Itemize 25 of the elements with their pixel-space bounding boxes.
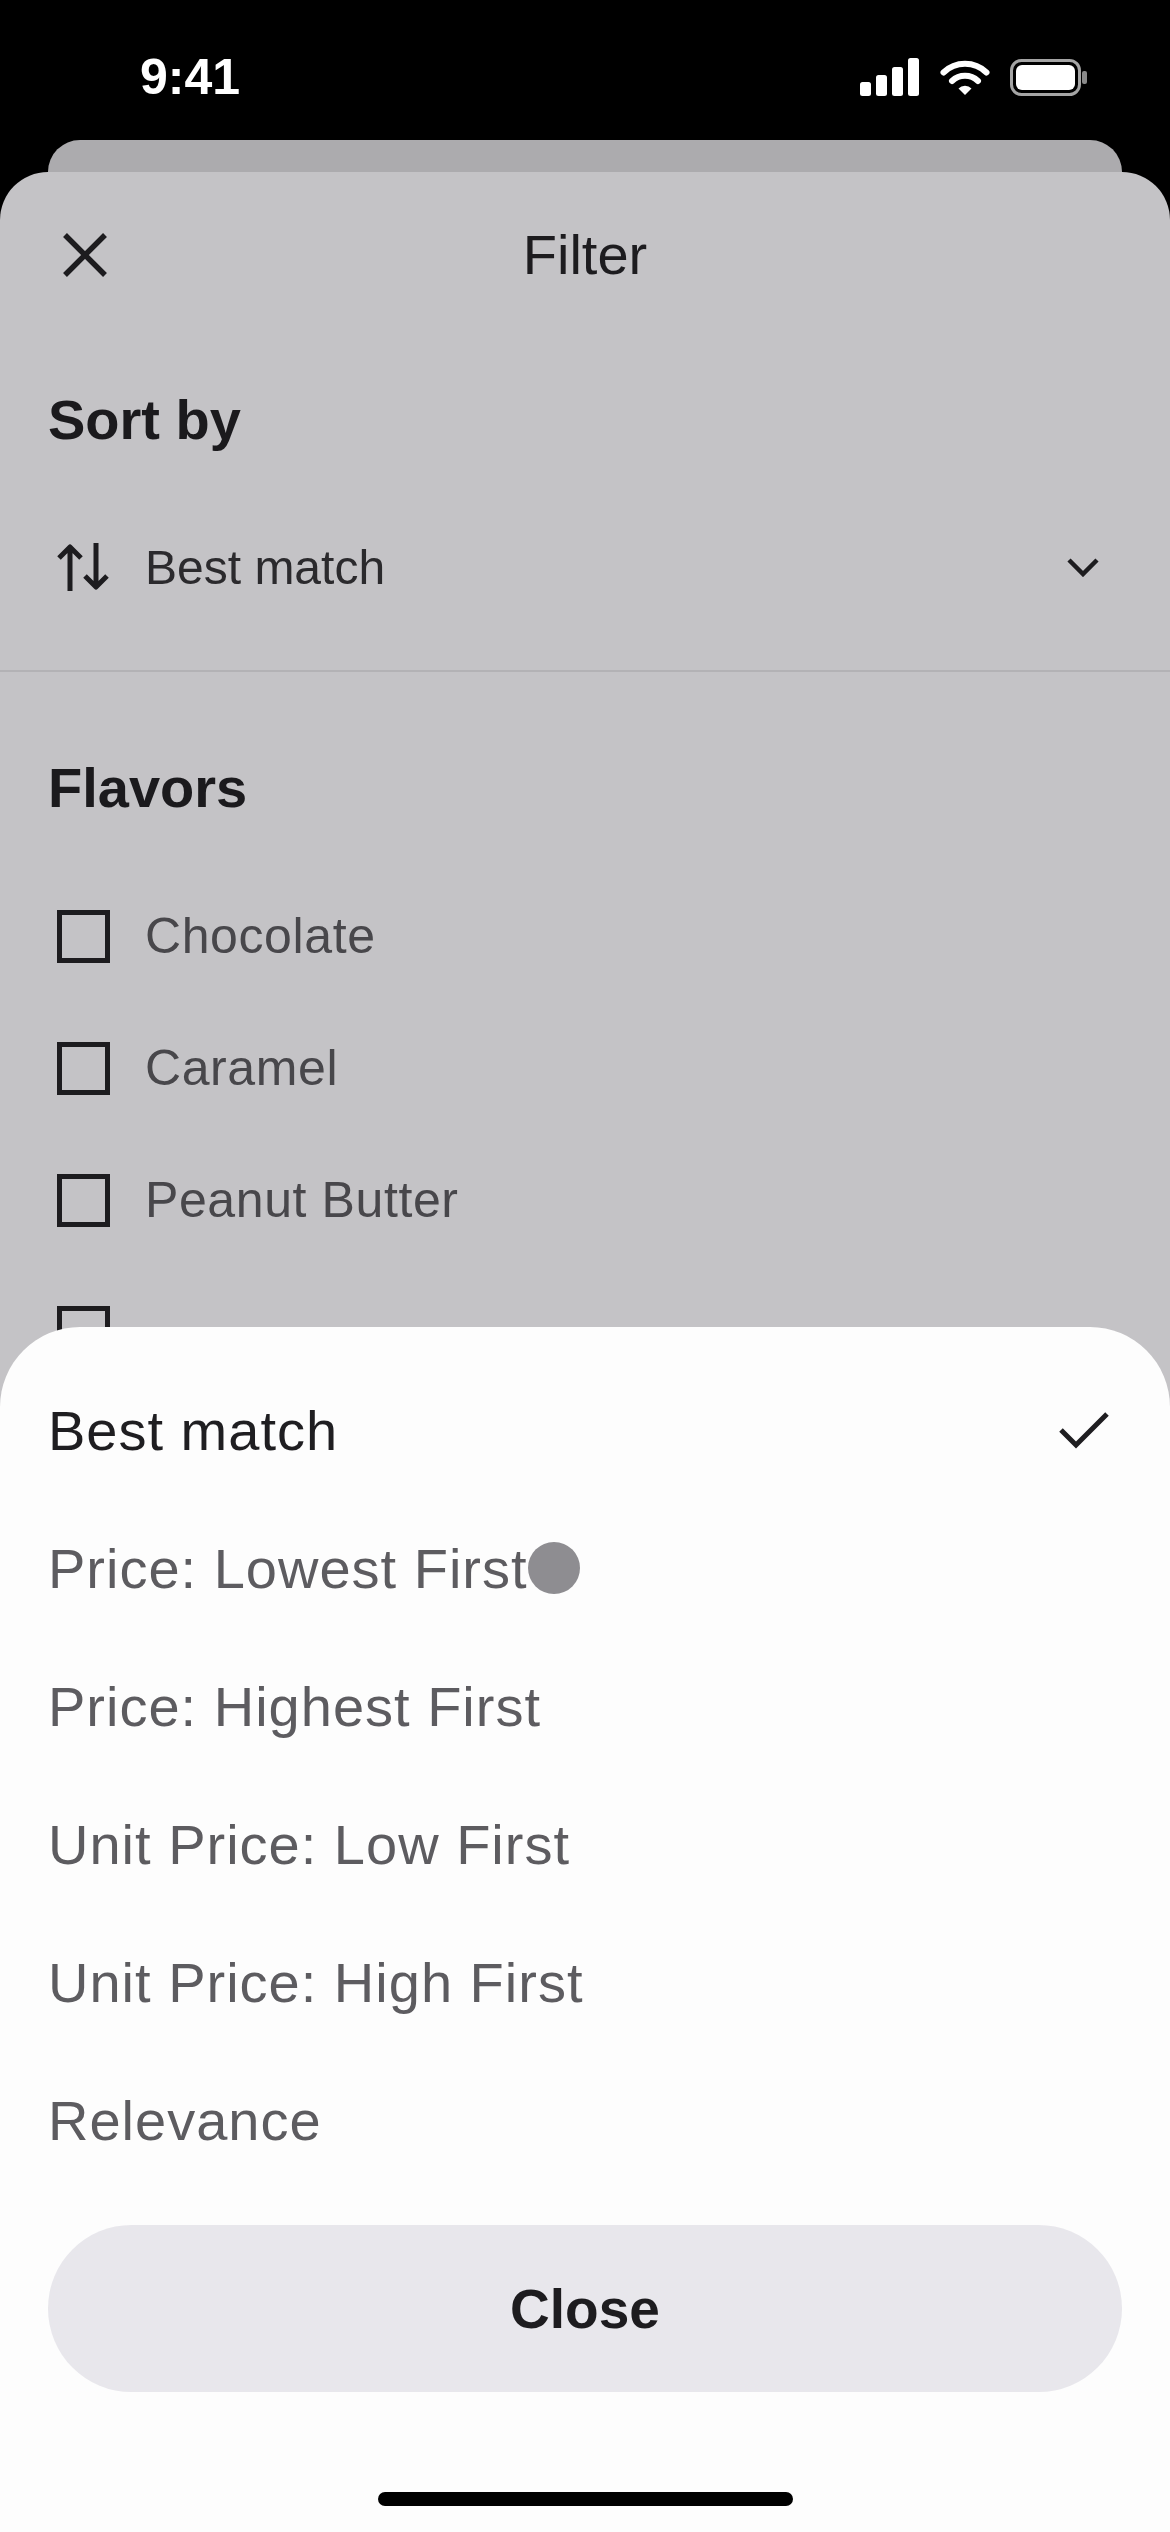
sort-option[interactable]: Relevance — [0, 2051, 1170, 2189]
status-time: 9:41 — [140, 48, 241, 107]
checkbox-label[interactable]: Peanut Butter — [145, 1171, 459, 1229]
checkbox-label[interactable]: Caramel — [145, 1039, 339, 1097]
sort-option[interactable]: Price: Lowest First — [0, 1499, 1170, 1637]
panel-title: Filter — [522, 222, 648, 288]
checkbox[interactable] — [57, 1173, 110, 1227]
checkbox[interactable] — [57, 1041, 110, 1095]
close-icon[interactable] — [62, 232, 108, 278]
checkbox-label[interactable]: Chocolate — [145, 907, 376, 965]
sort-option[interactable]: Unit Price: Low First — [0, 1775, 1170, 1913]
section-heading: Sort by — [48, 387, 241, 453]
sort-dropdown[interactable]: Best match — [0, 502, 1170, 632]
section-heading: Flavors — [48, 755, 248, 821]
sort-option[interactable]: Best match — [0, 1361, 1170, 1499]
sort-arrows-icon — [56, 542, 110, 592]
battery-icon — [1010, 58, 1088, 96]
close-button[interactable]: Close — [48, 2225, 1122, 2392]
checkbox[interactable] — [57, 909, 110, 963]
wifi-icon — [940, 58, 990, 96]
sort-option[interactable]: Unit Price: High First — [0, 1913, 1170, 2051]
signal-icon — [860, 58, 920, 96]
checkmark-icon — [1058, 1411, 1110, 1449]
sort-option[interactable]: Price: Highest First — [0, 1637, 1170, 1775]
chevron-down-icon — [1066, 557, 1100, 577]
